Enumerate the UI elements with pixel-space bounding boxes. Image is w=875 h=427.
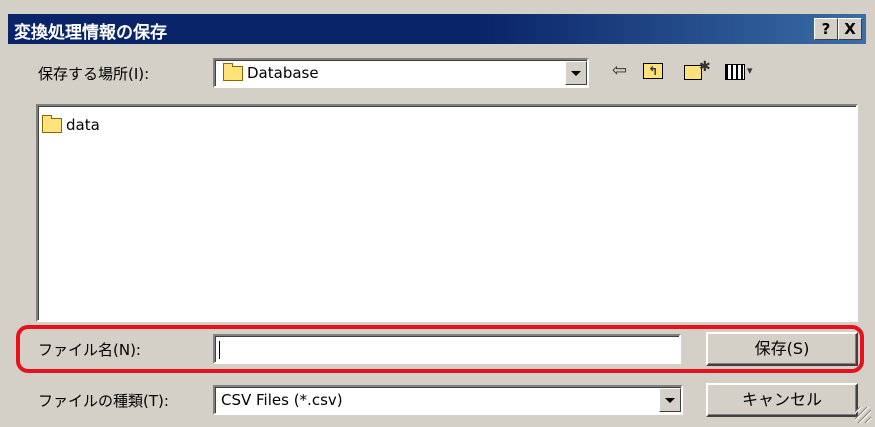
file-list[interactable]: data [36,104,858,322]
folder-icon [42,115,62,133]
highlight-box [16,325,864,373]
list-item-name: data [66,116,100,134]
close-button[interactable]: X [838,18,862,40]
save-dialog: 変換処理情報の保存 ? X 保存する場所(I): Database ⇦ ↰ ✱ … [0,0,875,427]
back-arrow-icon[interactable]: ⇦ [612,60,627,82]
list-item[interactable]: data [42,115,100,134]
save-in-value: Database [247,64,319,82]
resize-grip[interactable] [855,407,871,423]
filetype-dropdown[interactable]: CSV Files (*.csv) [213,385,683,415]
save-in-dropdown[interactable]: Database [213,58,589,88]
title-bar[interactable]: 変換処理情報の保存 ? X [8,14,866,44]
filetype-value: CSV Files (*.csv) [221,391,343,409]
save-in-dropdown-button[interactable] [565,61,587,85]
up-folder-icon[interactable]: ↰ [643,60,663,82]
new-folder-icon[interactable]: ✱ [684,59,711,82]
filetype-label: ファイルの種類(T): [38,392,169,410]
save-in-label: 保存する場所(I): [38,65,150,83]
help-button[interactable]: ? [814,18,838,40]
window-title: 変換処理情報の保存 [14,23,167,43]
filetype-dropdown-button[interactable] [659,388,681,412]
folder-icon [223,63,243,81]
cancel-button[interactable]: キャンセル [706,383,858,417]
view-menu-icon[interactable]: ▾ [725,60,765,82]
